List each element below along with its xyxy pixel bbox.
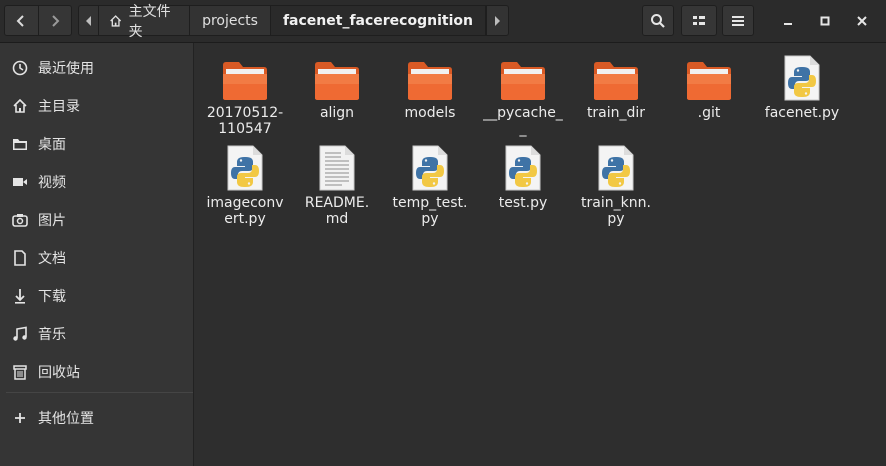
file-item-python[interactable]: imageconv ert.py [199, 143, 291, 227]
file-item-folder[interactable]: __pycache_ _ [477, 53, 569, 137]
sidebar-item-label: 最近使用 [38, 61, 94, 77]
python-file-icon [776, 53, 828, 101]
file-item-python[interactable]: facenet.py [756, 53, 848, 121]
file-name: train_dir [586, 105, 646, 121]
file-name: README. md [304, 195, 370, 227]
file-name: imageconv ert.py [206, 195, 284, 227]
file-item-folder[interactable]: 20170512- 110547 [199, 53, 291, 137]
sidebar-item-label: 文档 [38, 251, 66, 267]
header-bar: 主文件夹 projects facenet_facerecognition [0, 0, 886, 43]
breadcrumb-home-label: 主文件夹 [128, 3, 171, 40]
download-icon [10, 286, 30, 306]
trash-icon [10, 362, 30, 382]
home-icon [10, 96, 30, 116]
close-icon [857, 16, 867, 26]
folder-icon [311, 53, 363, 101]
minimize-icon [784, 23, 792, 25]
chevron-left-icon [16, 14, 24, 27]
sidebar-divider [6, 392, 193, 393]
file-name: .git [697, 105, 721, 121]
breadcrumb-projects-label: projects [202, 12, 258, 29]
file-item-folder[interactable]: .git [663, 53, 755, 121]
file-name: test.py [498, 195, 548, 211]
python-file-icon [590, 143, 642, 191]
sidebar-item-label: 视频 [38, 175, 66, 191]
breadcrumb: 主文件夹 projects facenet_facerecognition [78, 4, 509, 40]
view-options-button[interactable] [681, 5, 717, 36]
search-button[interactable] [642, 5, 674, 36]
folder-icon [10, 134, 30, 154]
folder-icon [219, 53, 271, 101]
chevron-left-small-icon [85, 15, 91, 26]
breadcrumb-left-arrow[interactable] [79, 6, 100, 35]
sidebar-item-pictures[interactable]: 图片 [0, 204, 193, 236]
sidebar-item-desktop[interactable]: 桌面 [0, 128, 193, 160]
file-item-python[interactable]: temp_test. py [384, 143, 476, 227]
breadcrumb-current-label: facenet_facerecognition [282, 12, 473, 29]
breadcrumb-current[interactable]: facenet_facerecognition [270, 6, 486, 35]
chevron-right-icon [52, 14, 60, 27]
file-name: train_knn. py [581, 195, 651, 227]
sidebar-item-trash[interactable]: 回收站 [0, 356, 193, 388]
python-file-icon [497, 143, 549, 191]
sidebar-item-label: 音乐 [38, 327, 66, 343]
sidebar-item-other-locations[interactable]: 其他位置 [0, 402, 193, 434]
folder-icon [497, 53, 549, 101]
video-icon [10, 172, 30, 192]
clock-icon [10, 58, 30, 78]
camera-icon [10, 210, 30, 230]
sidebar-item-music[interactable]: 音乐 [0, 318, 193, 350]
file-name: 20170512- 110547 [206, 105, 284, 137]
file-name: models [404, 105, 456, 121]
breadcrumb-projects[interactable]: projects [190, 6, 271, 35]
search-icon [651, 13, 665, 28]
file-item-python[interactable]: train_knn. py [570, 143, 662, 227]
nav-buttons [4, 5, 72, 36]
breadcrumb-right-arrow[interactable] [485, 6, 508, 35]
sidebar-item-home[interactable]: 主目录 [0, 90, 193, 122]
sidebar: 最近使用 主目录 桌面 视频 图片 文档 下载 音乐 回收站 其他位置 [0, 43, 194, 466]
file-item-folder[interactable]: align [291, 53, 383, 121]
folder-icon [683, 53, 735, 101]
file-name: align [319, 105, 355, 121]
sidebar-item-documents[interactable]: 文档 [0, 242, 193, 274]
file-name: facenet.py [764, 105, 840, 121]
folder-icon [404, 53, 456, 101]
view-options-icon [693, 15, 705, 25]
home-icon [110, 14, 122, 27]
back-button[interactable] [5, 6, 39, 35]
close-button[interactable] [853, 12, 871, 30]
maximize-button[interactable] [816, 12, 834, 30]
menu-icon [732, 15, 744, 26]
sidebar-item-label: 下载 [38, 289, 66, 305]
menu-button[interactable] [722, 5, 754, 36]
file-name: temp_test. py [392, 195, 468, 227]
sidebar-item-label: 主目录 [38, 99, 80, 115]
folder-icon [590, 53, 642, 101]
minimize-button[interactable] [779, 12, 797, 30]
file-item-text[interactable]: README. md [291, 143, 383, 227]
sidebar-item-label: 桌面 [38, 137, 66, 153]
plus-icon [10, 408, 30, 428]
chevron-right-small-icon [495, 15, 501, 26]
sidebar-item-label: 回收站 [38, 365, 80, 381]
breadcrumb-home[interactable]: 主文件夹 [99, 4, 191, 40]
sidebar-item-videos[interactable]: 视频 [0, 166, 193, 198]
music-icon [10, 324, 30, 344]
sidebar-item-downloads[interactable]: 下载 [0, 280, 193, 312]
forward-button[interactable] [39, 6, 72, 35]
file-name: __pycache_ _ [483, 105, 563, 137]
file-view: 20170512- 110547 align models __pycache_ _… [195, 43, 886, 466]
document-icon [10, 248, 30, 268]
python-file-icon [219, 143, 271, 191]
file-item-folder[interactable]: train_dir [570, 53, 662, 121]
text-file-icon [311, 143, 363, 191]
sidebar-item-label: 图片 [38, 213, 66, 229]
maximize-icon [820, 16, 830, 26]
sidebar-item-label: 其他位置 [38, 411, 94, 427]
file-item-folder[interactable]: models [384, 53, 476, 121]
sidebar-item-recent[interactable]: 最近使用 [0, 52, 193, 84]
file-item-python[interactable]: test.py [477, 143, 569, 211]
python-file-icon [404, 143, 456, 191]
